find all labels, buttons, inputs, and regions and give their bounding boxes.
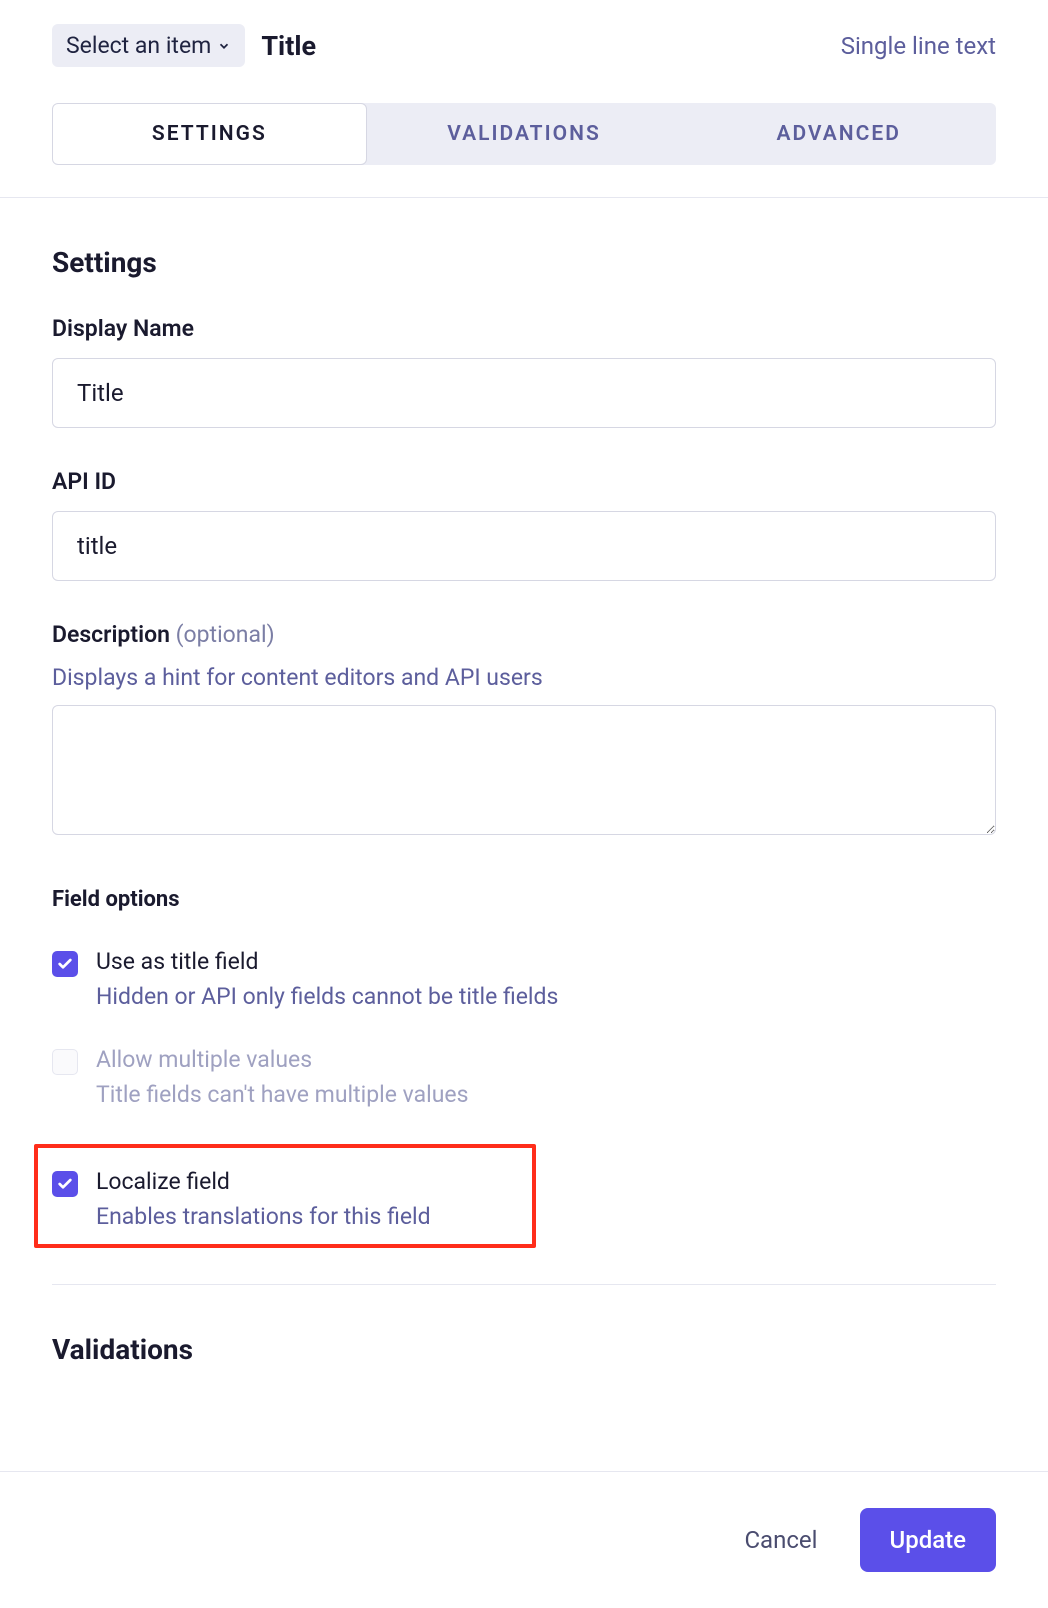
- description-textarea[interactable]: [52, 705, 996, 835]
- header-left: Select an item Title: [52, 24, 316, 67]
- api-id-label: API ID: [52, 468, 996, 495]
- title-field-label: Use as title field: [96, 948, 996, 975]
- api-id-group: API ID: [52, 468, 996, 581]
- chevron-down-icon: [217, 39, 231, 53]
- api-id-input[interactable]: [52, 511, 996, 581]
- multiple-values-content: Allow multiple values Title fields can't…: [96, 1046, 996, 1108]
- tab-advanced[interactable]: ADVANCED: [681, 103, 996, 165]
- display-name-group: Display Name: [52, 315, 996, 428]
- update-button[interactable]: Update: [860, 1508, 997, 1572]
- field-type-label: Single line text: [841, 32, 996, 60]
- cancel-button[interactable]: Cancel: [744, 1526, 817, 1554]
- multiple-values-option: Allow multiple values Title fields can't…: [52, 1046, 996, 1108]
- multiple-values-checkbox: [52, 1049, 78, 1075]
- header: Select an item Title Single line text: [0, 0, 1048, 67]
- localize-hint: Enables translations for this field: [96, 1203, 518, 1230]
- description-group: Description (optional) Displays a hint f…: [52, 621, 996, 839]
- checkmark-icon: [57, 1176, 73, 1192]
- title-field-hint: Hidden or API only fields cannot be titl…: [96, 983, 996, 1010]
- select-item-label: Select an item: [66, 32, 211, 59]
- select-item-dropdown[interactable]: Select an item: [52, 24, 245, 67]
- localize-label: Localize field: [96, 1168, 518, 1195]
- description-label-text: Description: [52, 621, 170, 648]
- tab-settings[interactable]: SETTINGS: [52, 103, 367, 165]
- display-name-label: Display Name: [52, 315, 996, 342]
- localize-highlight-box: Localize field Enables translations for …: [34, 1144, 536, 1248]
- display-name-input[interactable]: [52, 358, 996, 428]
- validations-heading: Validations: [52, 1333, 996, 1366]
- multiple-values-label: Allow multiple values: [96, 1046, 996, 1073]
- footer: Cancel Update: [0, 1471, 1048, 1608]
- localize-option: Localize field Enables translations for …: [52, 1168, 518, 1230]
- description-label: Description (optional): [52, 621, 996, 648]
- multiple-values-hint: Title fields can't have multiple values: [96, 1081, 996, 1108]
- settings-heading: Settings: [52, 246, 996, 279]
- title-field-option: Use as title field Hidden or API only fi…: [52, 948, 996, 1010]
- title-field-content: Use as title field Hidden or API only fi…: [96, 948, 996, 1010]
- content-area: Settings Display Name API ID Description…: [0, 198, 1048, 1508]
- localize-checkbox[interactable]: [52, 1171, 78, 1197]
- field-title: Title: [261, 30, 316, 62]
- localize-content: Localize field Enables translations for …: [96, 1168, 518, 1230]
- field-options-heading: Field options: [52, 887, 996, 912]
- tabs: SETTINGS VALIDATIONS ADVANCED: [52, 103, 996, 165]
- description-hint: Displays a hint for content editors and …: [52, 664, 996, 691]
- checkmark-icon: [57, 956, 73, 972]
- section-divider: [52, 1284, 996, 1285]
- tab-validations[interactable]: VALIDATIONS: [367, 103, 682, 165]
- description-optional: (optional): [170, 621, 275, 648]
- title-field-checkbox[interactable]: [52, 951, 78, 977]
